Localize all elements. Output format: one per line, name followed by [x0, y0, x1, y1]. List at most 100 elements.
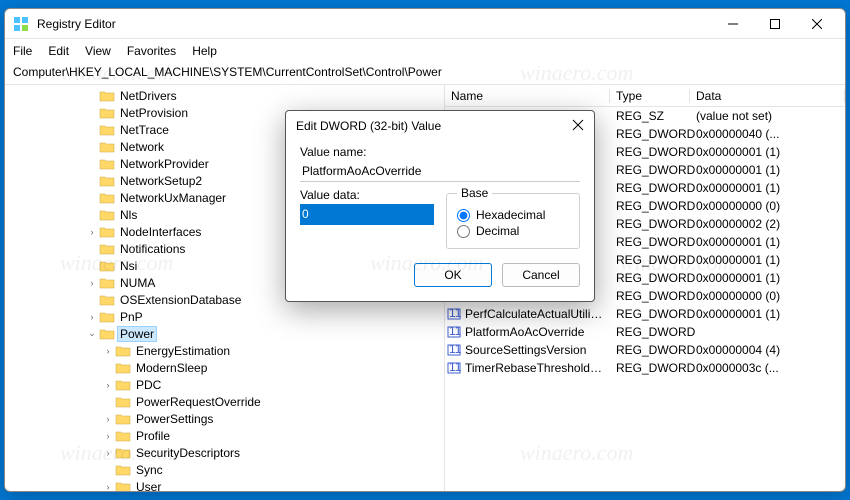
radio-hex-input[interactable]	[457, 209, 470, 222]
value-data-input[interactable]	[300, 204, 434, 225]
folder-icon	[115, 344, 131, 358]
tree-item-user[interactable]: › User	[5, 478, 444, 491]
cancel-button[interactable]: Cancel	[502, 263, 580, 287]
folder-icon	[99, 106, 115, 120]
menu-view[interactable]: View	[85, 44, 111, 58]
binary-value-icon: 110	[445, 325, 463, 339]
chevron-right-icon[interactable]: ›	[85, 312, 99, 322]
ok-button[interactable]: OK	[414, 263, 492, 287]
folder-icon	[115, 412, 131, 426]
close-button[interactable]	[797, 10, 837, 38]
folder-icon	[115, 361, 131, 375]
tree-label: User	[134, 480, 163, 492]
tree-item-energyestimation[interactable]: › EnergyEstimation	[5, 342, 444, 359]
dialog-title: Edit DWORD (32-bit) Value	[296, 119, 572, 133]
dialog-close-button[interactable]	[572, 119, 584, 134]
row-type: REG_DWORD	[610, 127, 690, 141]
menu-edit[interactable]: Edit	[48, 44, 69, 58]
tree-label: Network	[118, 140, 166, 154]
row-type: REG_DWORD	[610, 253, 690, 267]
tree-label: PowerSettings	[134, 412, 215, 426]
chevron-right-icon[interactable]: ›	[101, 482, 115, 492]
tree-label: PowerRequestOverride	[134, 395, 263, 409]
tree-item-powerrequestoverride[interactable]: PowerRequestOverride	[5, 393, 444, 410]
row-type: REG_DWORD	[610, 361, 690, 375]
tree-label: SecurityDescriptors	[134, 446, 242, 460]
radio-decimal[interactable]: Decimal	[457, 224, 569, 238]
chevron-right-icon[interactable]: ›	[85, 227, 99, 237]
dialog-buttons: OK Cancel	[300, 263, 580, 287]
row-data: 0x00000004 (4)	[690, 343, 845, 357]
list-header: Name Type Data	[445, 85, 845, 107]
base-legend: Base	[457, 186, 492, 200]
list-row[interactable]: 110PlatformAoAcOverrideREG_DWORD	[445, 323, 845, 341]
chevron-right-icon[interactable]: ›	[85, 278, 99, 288]
row-data: 0x0000003c (...	[690, 361, 845, 375]
tree-item-pdc[interactable]: ›PDC	[5, 376, 444, 393]
folder-icon	[99, 310, 115, 324]
svg-text:110: 110	[449, 325, 461, 338]
chevron-right-icon[interactable]: ›	[101, 380, 115, 390]
tree-label: ModernSleep	[134, 361, 209, 375]
menu-favorites[interactable]: Favorites	[127, 44, 176, 58]
folder-icon	[99, 157, 115, 171]
header-data[interactable]: Data	[690, 89, 845, 103]
tree-label: Nsi	[118, 259, 139, 273]
tree-label: NodeInterfaces	[118, 225, 203, 239]
folder-icon	[115, 446, 131, 460]
chevron-right-icon[interactable]: ›	[101, 414, 115, 424]
row-data: 0x00000001 (1)	[690, 307, 845, 321]
tree-label: Profile	[134, 429, 172, 443]
chevron-right-icon[interactable]: ›	[101, 431, 115, 441]
header-type[interactable]: Type	[610, 89, 690, 103]
app-icon	[13, 16, 29, 32]
minimize-button[interactable]	[713, 10, 753, 38]
row-data: 0x00000000 (0)	[690, 199, 845, 213]
row-name: TimerRebaseThresholdOnDr...	[463, 361, 610, 375]
tree-item-power[interactable]: ⌄Power	[5, 325, 444, 342]
folder-icon	[99, 123, 115, 137]
list-row[interactable]: 110PerfCalculateActualUtilizationREG_DWO…	[445, 305, 845, 323]
tree-label: NUMA	[118, 276, 157, 290]
folder-icon	[99, 242, 115, 256]
chevron-right-icon[interactable]: ›	[101, 448, 115, 458]
dialog-titlebar: Edit DWORD (32-bit) Value	[286, 111, 594, 141]
row-type: REG_DWORD	[610, 199, 690, 213]
tree-item-securitydescriptors[interactable]: › SecurityDescriptors	[5, 444, 444, 461]
menu-bar: File Edit View Favorites Help	[5, 39, 845, 63]
folder-icon	[99, 225, 115, 239]
tree-item-modernsleep[interactable]: ModernSleep	[5, 359, 444, 376]
row-type: REG_DWORD	[610, 325, 690, 339]
tree-item-sync[interactable]: Sync	[5, 461, 444, 478]
chevron-right-icon[interactable]: ›	[101, 346, 115, 356]
tree-item-netdrivers[interactable]: NetDrivers	[5, 87, 444, 104]
chevron-down-icon[interactable]: ⌄	[85, 328, 99, 339]
header-name[interactable]: Name	[445, 89, 610, 103]
tree-item-powersettings[interactable]: › PowerSettings	[5, 410, 444, 427]
list-row[interactable]: 110SourceSettingsVersionREG_DWORD0x00000…	[445, 341, 845, 359]
row-data: 0x00000002 (2)	[690, 217, 845, 231]
list-row[interactable]: 110TimerRebaseThresholdOnDr...REG_DWORD0…	[445, 359, 845, 377]
row-data: 0x00000001 (1)	[690, 271, 845, 285]
folder-icon	[115, 429, 131, 443]
svg-text:110: 110	[449, 343, 461, 356]
row-type: REG_DWORD	[610, 235, 690, 249]
address-bar[interactable]: Computer\HKEY_LOCAL_MACHINE\SYSTEM\Curre…	[5, 63, 845, 85]
value-name-input[interactable]	[300, 161, 580, 182]
menu-help[interactable]: Help	[192, 44, 217, 58]
menu-file[interactable]: File	[13, 44, 32, 58]
row-data: 0x00000001 (1)	[690, 163, 845, 177]
row-data: (value not set)	[690, 109, 845, 123]
folder-icon	[99, 208, 115, 222]
radio-hexadecimal[interactable]: Hexadecimal	[457, 208, 569, 222]
tree-label: NetProvision	[118, 106, 190, 120]
tree-label: EnergyEstimation	[134, 344, 232, 358]
row-type: REG_DWORD	[610, 145, 690, 159]
tree-item-profile[interactable]: › Profile	[5, 427, 444, 444]
maximize-button[interactable]	[755, 10, 795, 38]
row-name: PerfCalculateActualUtilization	[463, 307, 610, 321]
row-data: 0x00000001 (1)	[690, 181, 845, 195]
tree-label: NetDrivers	[118, 89, 179, 103]
radio-dec-input[interactable]	[457, 225, 470, 238]
tree-item-pnp[interactable]: ›PnP	[5, 308, 444, 325]
